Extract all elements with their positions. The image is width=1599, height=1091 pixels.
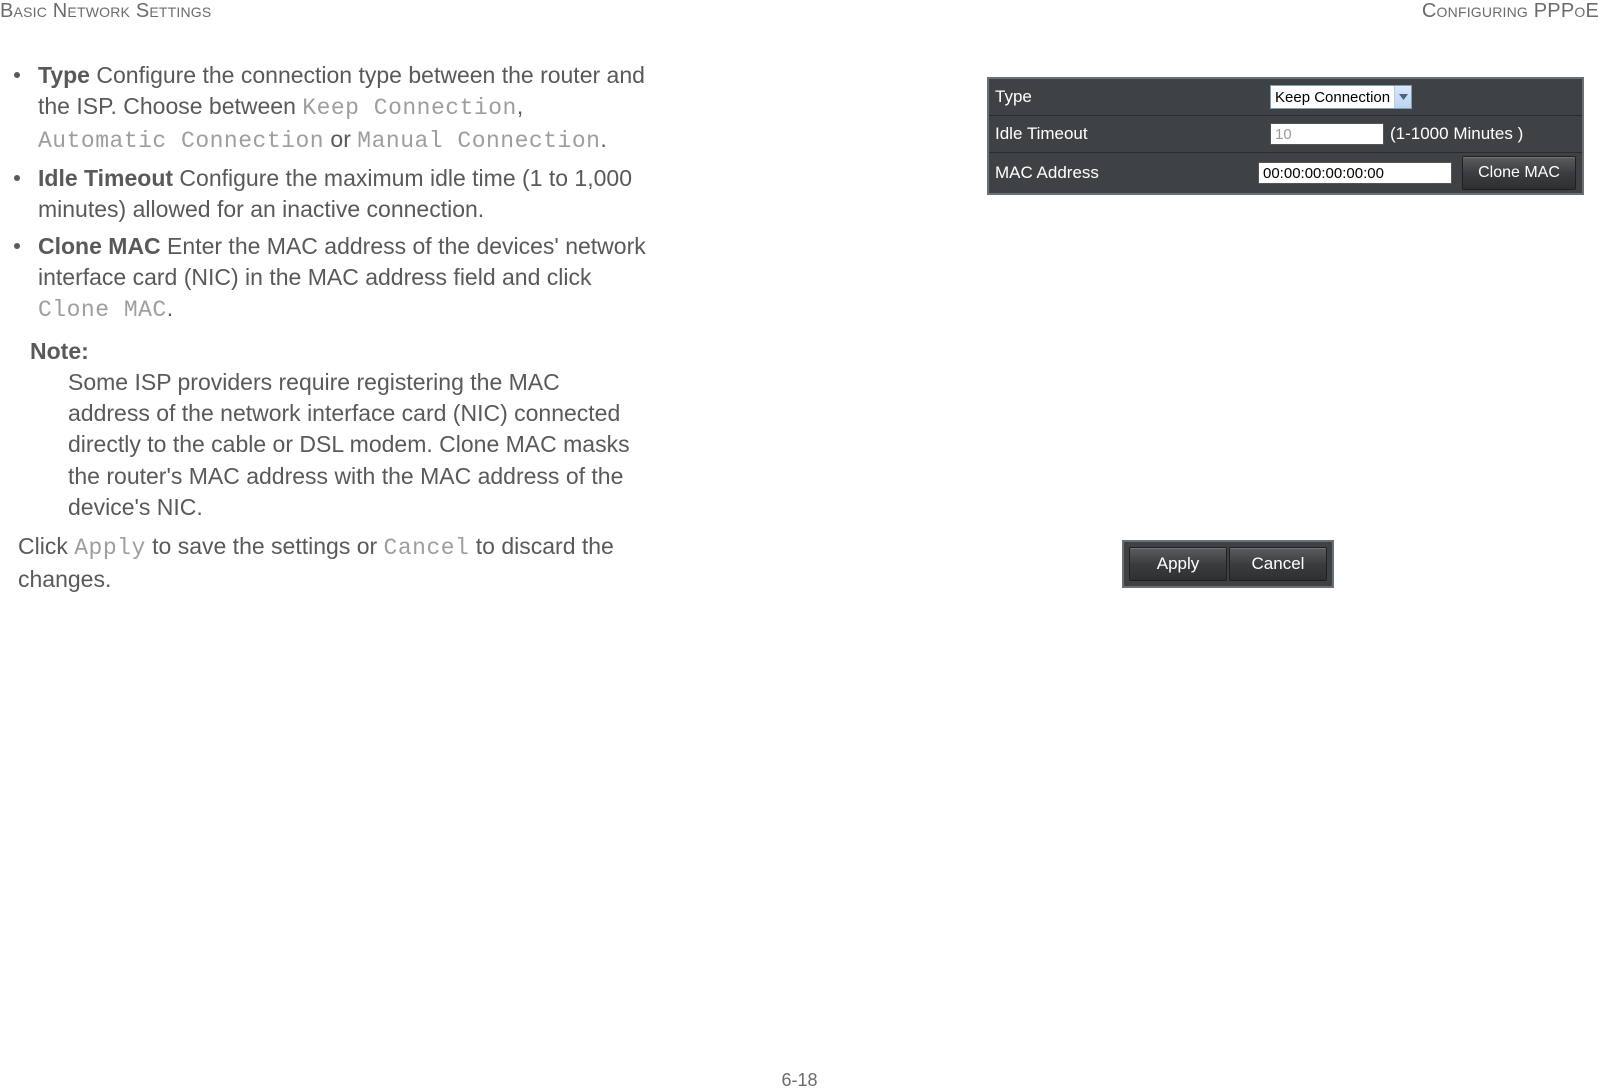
outro-p2: to save the settings or xyxy=(146,533,384,559)
idle-timeout-input[interactable] xyxy=(1270,123,1384,145)
type-option-auto: Automatic Connection xyxy=(38,128,324,154)
bullet-clone: Clone MAC Enter the MAC address of the d… xyxy=(38,231,646,326)
row-mac: MAC Address Clone MAC xyxy=(989,153,1582,193)
outro-p1: Click xyxy=(18,533,74,559)
note-block: Note: Some ISP providers require registe… xyxy=(30,338,646,522)
page-number: 6-18 xyxy=(0,1070,1599,1091)
label-mac: MAC Address xyxy=(989,163,1258,183)
bullet-type: Type Configure the connection type betwe… xyxy=(38,60,646,157)
idle-hint: (1-1000 Minutes ) xyxy=(1390,124,1523,144)
bullet-list: Type Configure the connection type betwe… xyxy=(38,60,646,326)
type-sep-1: , xyxy=(517,93,523,119)
action-buttons: Apply Cancel xyxy=(1122,540,1334,588)
label-type: Type xyxy=(989,87,1270,107)
cancel-button[interactable]: Cancel xyxy=(1229,547,1327,581)
term-idle: Idle Timeout xyxy=(38,165,173,191)
clone-end: . xyxy=(167,295,173,321)
note-label: Note: xyxy=(30,338,646,365)
outro-cancel: Cancel xyxy=(384,535,470,561)
type-or: or xyxy=(324,126,357,152)
header-left: Basic Network Settings xyxy=(0,0,211,23)
type-select-value: Keep Connection xyxy=(1271,89,1394,106)
term-type: Type xyxy=(38,62,90,88)
mac-address-input[interactable] xyxy=(1258,162,1452,184)
row-type: Type Keep Connection xyxy=(989,79,1582,116)
type-option-manual: Manual Connection xyxy=(357,128,600,154)
type-end: . xyxy=(600,126,606,152)
apply-button[interactable]: Apply xyxy=(1129,547,1227,581)
outro-apply: Apply xyxy=(74,535,146,561)
note-body: Some ISP providers require registering t… xyxy=(68,367,646,522)
label-idle: Idle Timeout xyxy=(989,124,1270,144)
content-body: Type Configure the connection type betwe… xyxy=(38,60,646,595)
type-select[interactable]: Keep Connection xyxy=(1270,85,1412,109)
type-option-keep: Keep Connection xyxy=(302,95,517,121)
config-panel: Type Keep Connection Idle Timeout (1-100… xyxy=(987,77,1584,195)
row-idle: Idle Timeout (1-1000 Minutes ) xyxy=(989,116,1582,153)
chevron-down-icon[interactable] xyxy=(1394,86,1411,108)
outro-text: Click Apply to save the settings or Canc… xyxy=(18,531,646,595)
header-right: Configuring PPPoE xyxy=(1422,0,1599,23)
clone-cmd: Clone MAC xyxy=(38,297,167,323)
bullet-idle: Idle Timeout Configure the maximum idle … xyxy=(38,163,646,225)
term-clone: Clone MAC xyxy=(38,233,161,259)
clone-mac-button[interactable]: Clone MAC xyxy=(1462,156,1576,190)
